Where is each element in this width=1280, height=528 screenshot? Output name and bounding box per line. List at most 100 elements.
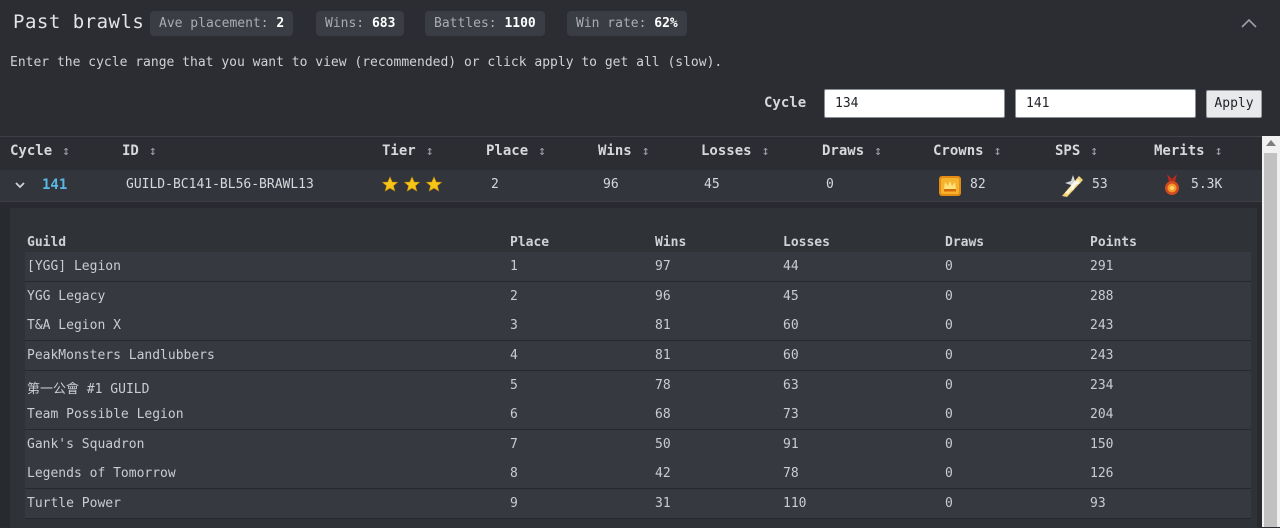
sort-icon[interactable]: ↕ (874, 144, 882, 159)
guild-wins: 97 (655, 259, 671, 274)
guild-points: 243 (1090, 318, 1114, 333)
cycle-to-input[interactable]: 141 (1015, 89, 1196, 118)
sub-col-draws: Draws (945, 235, 985, 250)
sub-col-place: Place (510, 235, 550, 250)
guild-wins: 78 (655, 378, 671, 393)
guild-draws: 0 (945, 289, 953, 304)
row-merits: 5.3K (1191, 177, 1223, 192)
guild-wins: 81 (655, 348, 671, 363)
guild-draws: 0 (945, 437, 953, 452)
guild-name: [YGG] Legion (27, 259, 121, 274)
brawl-row[interactable]: 141 GUILD-BC141-BL56-BRAWL13 2 96 45 0 8… (0, 170, 1262, 202)
guild-losses: 45 (783, 289, 799, 304)
guild-points: 234 (1090, 378, 1114, 393)
guild-row: T&A Legion X 3 81 60 0 243 (25, 311, 1251, 341)
guild-draws: 0 (945, 466, 953, 481)
cycle-link[interactable]: 141 (42, 177, 67, 193)
page-title: Past brawls (13, 11, 145, 33)
col-crowns[interactable]: Crowns ↕ (933, 143, 1001, 159)
col-merits[interactable]: Merits ↕ (1154, 143, 1222, 159)
battles-badge: Battles: 1100 (425, 11, 545, 36)
guild-draws: 0 (945, 259, 953, 274)
sort-icon[interactable]: ↕ (642, 144, 650, 159)
ave-placement-badge: Ave placement: 2 (150, 11, 294, 36)
guild-wins: 42 (655, 466, 671, 481)
row-crowns: 82 (970, 177, 986, 192)
guild-standings-table: Guild Place Wins Losses Draws Points [YG… (10, 208, 1257, 528)
guild-name: PeakMonsters Landlubbers (27, 348, 215, 363)
guild-wins: 68 (655, 407, 671, 422)
guild-wins: 50 (655, 437, 671, 452)
instructions-text: Enter the cycle range that you want to v… (10, 55, 723, 70)
guild-place: 3 (510, 318, 518, 333)
guild-losses: 73 (783, 407, 799, 422)
sort-icon[interactable]: ↕ (762, 144, 770, 159)
vertical-scrollbar[interactable] (1262, 136, 1280, 527)
guild-losses: 63 (783, 378, 799, 393)
win-rate-badge: Win rate: 62% (567, 11, 687, 36)
row-losses: 45 (704, 177, 720, 192)
guild-place: 7 (510, 437, 518, 452)
row-draws: 0 (826, 177, 834, 192)
col-id[interactable]: ID ↕ (122, 143, 157, 159)
sub-col-wins: Wins (655, 235, 687, 250)
col-place[interactable]: Place ↕ (486, 143, 546, 159)
chevron-up-icon[interactable] (1239, 13, 1259, 33)
guild-row: Turtle Power 9 31 110 0 93 (25, 489, 1251, 519)
merit-medal-icon (1161, 173, 1183, 199)
guild-draws: 0 (945, 348, 953, 363)
guild-points: 150 (1090, 437, 1114, 452)
guild-points: 243 (1090, 348, 1114, 363)
star-icon (425, 176, 443, 192)
col-losses[interactable]: Losses ↕ (701, 143, 769, 159)
scroll-up-arrow-icon[interactable] (1266, 140, 1276, 146)
row-sps: 53 (1092, 177, 1108, 192)
guild-wins: 31 (655, 496, 671, 511)
guild-row: [YGG] Legion 1 97 44 0 291 (25, 252, 1251, 282)
guild-row: YGG Legacy 2 96 45 0 288 (25, 282, 1251, 312)
guild-name: Gank's Squadron (27, 437, 145, 452)
guild-points: 126 (1090, 466, 1114, 481)
guild-wins: 81 (655, 318, 671, 333)
sub-col-points: Points (1090, 235, 1137, 250)
col-tier[interactable]: Tier ↕ (382, 143, 434, 159)
star-icon (382, 176, 399, 192)
tier-stars (382, 176, 444, 194)
guild-points: 204 (1090, 407, 1114, 422)
apply-button[interactable]: Apply (1206, 90, 1262, 118)
sort-icon[interactable]: ↕ (1215, 144, 1223, 159)
guild-row: 第一公會 #1 GUILD 5 78 63 0 234 (25, 371, 1251, 401)
sort-icon[interactable]: ↕ (538, 144, 546, 159)
guild-losses: 60 (783, 318, 799, 333)
guild-place: 9 (510, 496, 518, 511)
guild-losses: 78 (783, 466, 799, 481)
col-wins[interactable]: Wins ↕ (598, 143, 650, 159)
guild-points: 288 (1090, 289, 1114, 304)
sort-icon[interactable]: ↕ (994, 144, 1002, 159)
brawl-details-panel: Guild Place Wins Losses Draws Points [YG… (0, 202, 1262, 528)
guild-losses: 91 (783, 437, 799, 452)
cycle-from-input[interactable]: 134 (824, 89, 1005, 118)
guild-name: Team Possible Legion (27, 407, 184, 422)
sort-icon[interactable]: ↕ (1090, 144, 1098, 159)
guild-row: Legends of Tomorrow 8 42 78 0 126 (25, 459, 1251, 489)
crown-chest-icon (937, 173, 963, 199)
scrollbar-thumb[interactable] (1264, 153, 1277, 527)
col-cycle[interactable]: Cycle ↕ (10, 143, 70, 159)
guild-losses: 60 (783, 348, 799, 363)
sub-col-losses: Losses (783, 235, 830, 250)
guild-name: Legends of Tomorrow (27, 466, 176, 481)
guild-place: 2 (510, 289, 518, 304)
chevron-down-icon[interactable] (14, 179, 26, 191)
col-draws[interactable]: Draws ↕ (822, 143, 882, 159)
sort-icon[interactable]: ↕ (149, 144, 157, 159)
brawl-id: GUILD-BC141-BL56-BRAWL13 (126, 177, 314, 192)
guild-row: Team Possible Legion 6 68 73 0 204 (25, 400, 1251, 430)
sort-icon[interactable]: ↕ (62, 144, 70, 159)
guild-row: PeakMonsters Landlubbers 4 81 60 0 243 (25, 341, 1251, 371)
row-wins: 96 (603, 177, 619, 192)
col-sps[interactable]: SPS ↕ (1055, 143, 1098, 159)
guild-name: 第一公會 #1 GUILD (27, 382, 150, 397)
sub-col-guild: Guild (27, 235, 67, 250)
sort-icon[interactable]: ↕ (426, 144, 434, 159)
